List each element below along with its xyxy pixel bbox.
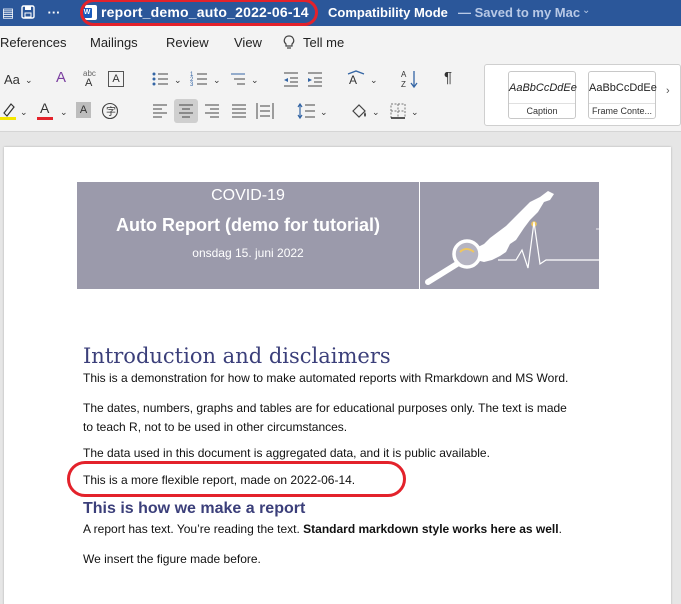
numbering-icon[interactable]: 123: [190, 70, 210, 88]
chevron-down-icon[interactable]: ⌄: [372, 104, 380, 120]
decrease-indent-icon[interactable]: [282, 70, 300, 88]
chevron-down-icon[interactable]: ⌄: [174, 72, 182, 88]
saved-status[interactable]: — Saved to my Mac: [458, 5, 580, 20]
home-ribbon: Aa ⌄ A abc A A ⌄ 123 ⌄ ⌄ A ⌄ AZ ¶ ⌄ A ⌄ …: [0, 58, 681, 132]
style-caption[interactable]: AaBbCcDdEe Caption: [508, 71, 577, 119]
chevron-down-icon[interactable]: ⌄: [320, 104, 328, 120]
compatibility-mode-label: Compatibility Mode: [328, 5, 448, 20]
paragraph-2-line-1: The dates, numbers, graphs and tables ar…: [83, 401, 567, 415]
align-center-button[interactable]: [174, 99, 198, 123]
banner-subtitle: Auto Report (demo for tutorial): [116, 215, 380, 235]
font-color-icon[interactable]: A: [40, 100, 49, 116]
tell-me-search[interactable]: Tell me: [303, 35, 344, 50]
justify-icon[interactable]: [230, 103, 248, 119]
sidebar-icon[interactable]: ▤: [0, 5, 16, 21]
chevron-down-icon[interactable]: ⌄: [20, 104, 28, 120]
clear-formatting-icon[interactable]: A: [56, 70, 66, 86]
increase-indent-icon[interactable]: [306, 70, 324, 88]
lightbulb-icon: [283, 35, 295, 49]
chevron-down-icon[interactable]: ⌄: [213, 72, 221, 88]
chevron-down-icon[interactable]: ⌄: [251, 72, 259, 88]
paragraph-2-line-2: to teach R, not to be used in other circ…: [83, 420, 348, 434]
paragraph-annotation-circle: [67, 461, 406, 497]
align-center-icon: [179, 104, 193, 118]
highlight-color-icon[interactable]: [0, 101, 18, 121]
svg-text:Z: Z: [401, 80, 406, 89]
paragraph-1: This is a demonstration for how to make …: [83, 371, 569, 385]
character-border-icon[interactable]: A: [108, 71, 124, 87]
align-right-icon[interactable]: [203, 103, 221, 119]
banner-date: onsdag 15. juni 2022: [192, 246, 304, 260]
save-icon[interactable]: [20, 5, 36, 21]
tab-references[interactable]: References: [0, 35, 66, 50]
heading-how-we-make-report: This is how we make a report: [83, 500, 306, 517]
style-frame-contents[interactable]: AaBbCcDdEe Frame Conte...: [588, 71, 657, 119]
line-spacing-icon[interactable]: [297, 102, 317, 120]
shading-icon[interactable]: [350, 102, 368, 120]
tab-mailings[interactable]: Mailings: [90, 35, 138, 50]
chevron-down-icon[interactable]: ⌄: [582, 5, 590, 16]
paragraph-5: A report has text. You’re reading the te…: [83, 520, 562, 539]
chevron-down-icon[interactable]: ⌄: [370, 72, 378, 88]
svg-text:A: A: [401, 70, 407, 79]
chevron-down-icon[interactable]: ⌄: [60, 104, 68, 120]
distributed-icon[interactable]: [256, 102, 274, 120]
svg-text:3: 3: [190, 82, 194, 88]
chevron-down-icon[interactable]: ⌄: [25, 72, 33, 88]
bullets-icon[interactable]: [151, 70, 171, 88]
title-bar: ▤ ··· report_demo_auto_2022-06-14 Compat…: [0, 0, 681, 26]
paragraph-5-end: .: [558, 522, 562, 536]
tab-view[interactable]: View: [234, 35, 262, 50]
norway-map-magnifier-icon: [425, 191, 610, 285]
chevron-right-icon[interactable]: ›: [666, 85, 670, 97]
more-options-icon[interactable]: ···: [46, 5, 62, 21]
paragraph-5-text: A report has text. You’re reading the te…: [83, 522, 304, 536]
svg-text:A: A: [349, 73, 357, 87]
style-sample: AaBbCcDdEe: [509, 82, 577, 94]
character-shading-icon[interactable]: A: [76, 102, 91, 118]
heading-introduction: Introduction and disclaimers: [83, 344, 391, 368]
style-name: Frame Conte...: [589, 103, 655, 116]
sort-icon[interactable]: AZ: [401, 69, 419, 89]
styles-gallery: AaBbCcDdEe Caption AaBbCcDdEe Frame Cont…: [484, 64, 681, 126]
banner-title: COVID-19: [211, 187, 285, 204]
chevron-down-icon[interactable]: ⌄: [411, 104, 419, 120]
multilevel-list-icon[interactable]: [229, 70, 249, 88]
change-case-button[interactable]: Aa: [4, 72, 20, 88]
style-sample: AaBbCcDdEe: [589, 82, 657, 94]
paragraph-6: We insert the figure made before.: [83, 552, 261, 566]
phonetic-guide-a-icon: A: [85, 77, 93, 89]
align-left-icon[interactable]: [151, 103, 169, 119]
title-annotation-circle: [80, 0, 318, 26]
svg-text:字: 字: [106, 105, 116, 118]
font-color-bar: [37, 117, 53, 120]
text-direction-icon[interactable]: A: [347, 70, 365, 88]
enclose-characters-icon[interactable]: 字: [101, 102, 119, 120]
borders-icon[interactable]: [389, 102, 407, 120]
ribbon-tabs: References Mailings Review View Tell me: [0, 26, 681, 58]
style-name: Caption: [509, 103, 575, 116]
pilcrow-icon[interactable]: ¶: [444, 70, 452, 86]
tab-review[interactable]: Review: [166, 35, 209, 50]
paragraph-5-bold: Standard markdown style works here as we…: [303, 522, 559, 536]
